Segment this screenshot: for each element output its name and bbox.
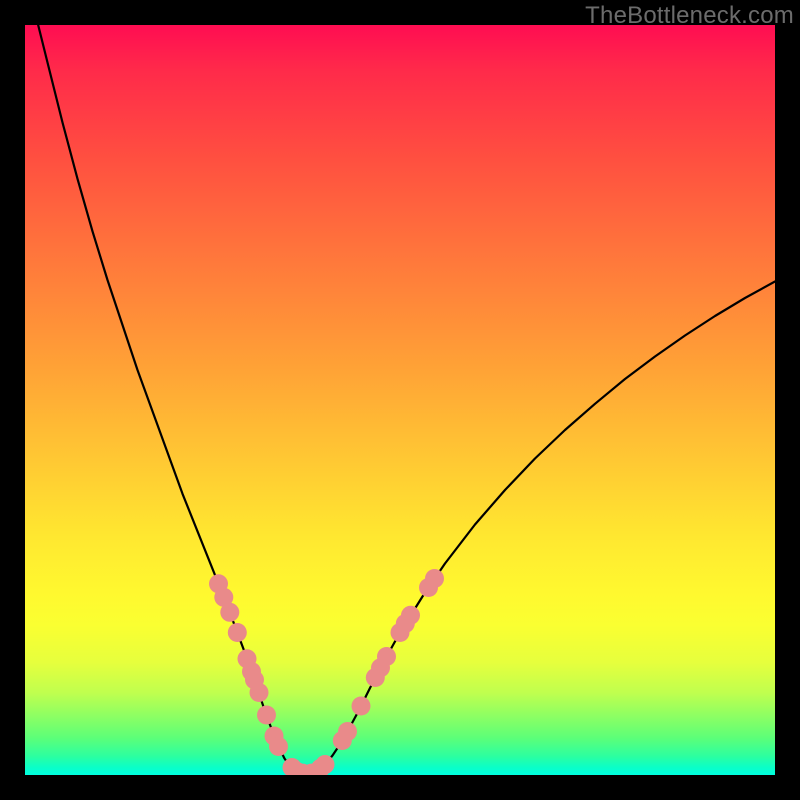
chart-plot-area xyxy=(25,25,775,775)
marker-left xyxy=(250,683,269,702)
watermark-text: TheBottleneck.com xyxy=(585,2,794,30)
marker-left xyxy=(269,737,288,756)
marker-right xyxy=(352,697,371,716)
marker-right xyxy=(425,569,444,588)
chart-svg xyxy=(25,25,775,775)
marker-left xyxy=(220,603,239,622)
marker-right xyxy=(401,606,420,625)
bottleneck-curve xyxy=(36,25,775,774)
chart-frame: TheBottleneck.com xyxy=(0,0,800,800)
marker-left xyxy=(316,755,335,774)
marker-right xyxy=(338,722,357,741)
marker-left xyxy=(257,706,276,725)
marker-right xyxy=(377,647,396,666)
marker-left xyxy=(228,623,247,642)
